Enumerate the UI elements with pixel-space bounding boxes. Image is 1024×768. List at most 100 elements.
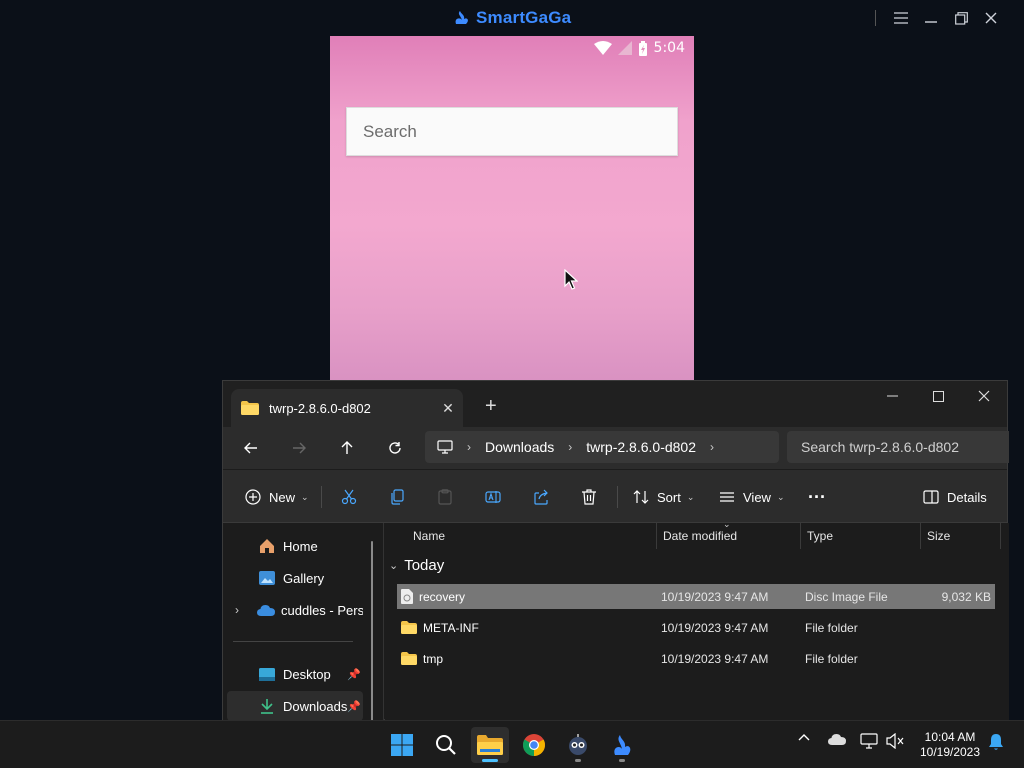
new-tab-button[interactable]: + bbox=[485, 395, 497, 418]
toolbar-divider bbox=[617, 486, 618, 508]
breadcrumb[interactable]: › Downloads › twrp-2.8.6.0-d802 › bbox=[425, 431, 779, 463]
minimize-icon[interactable] bbox=[916, 8, 946, 28]
table-row[interactable]: recovery 10/19/2023 9:47 AM Disc Image F… bbox=[397, 584, 995, 609]
pin-icon[interactable]: 📌 bbox=[347, 668, 361, 681]
restore-icon[interactable] bbox=[946, 8, 976, 28]
onedrive-tray-icon[interactable] bbox=[828, 733, 846, 745]
new-button[interactable]: New ⌄ bbox=[243, 484, 309, 510]
chevron-down-icon: ⌄ bbox=[301, 491, 309, 502]
chevron-right-icon[interactable]: › bbox=[467, 440, 471, 454]
explorer-close-icon[interactable] bbox=[961, 381, 1007, 411]
group-header-today[interactable]: ⌄ Today bbox=[389, 557, 444, 574]
disc-image-icon bbox=[401, 589, 413, 604]
emulator-controls-divider bbox=[875, 10, 876, 26]
paste-button[interactable] bbox=[435, 484, 455, 510]
up-arrow-icon[interactable] bbox=[331, 435, 363, 461]
cellular-signal-icon bbox=[617, 41, 632, 55]
sidebar-item-label: Downloads bbox=[283, 698, 348, 714]
cut-button[interactable] bbox=[339, 484, 359, 510]
pane-divider[interactable] bbox=[383, 523, 384, 721]
file-size: 9,032 KB bbox=[941, 589, 991, 604]
details-pane-icon bbox=[921, 487, 941, 507]
tab-close-icon[interactable]: ✕ bbox=[433, 400, 463, 417]
column-header-name[interactable]: Name bbox=[407, 523, 657, 549]
smartgaga-icon[interactable] bbox=[603, 727, 641, 763]
column-header-size[interactable]: Size bbox=[921, 523, 1001, 549]
sidebar-item-home[interactable]: Home bbox=[227, 531, 363, 561]
explorer-maximize-icon[interactable] bbox=[915, 381, 961, 411]
taskbar-clock[interactable]: 10:04 AM 10/19/2023 bbox=[914, 730, 986, 760]
sidebar-item-downloads[interactable]: Downloads 📌 bbox=[227, 691, 363, 721]
show-hidden-icons-icon[interactable] bbox=[798, 733, 810, 741]
group-label: Today bbox=[404, 557, 445, 574]
file-type: File folder bbox=[805, 651, 858, 666]
explorer-title-bar: twrp-2.8.6.0-d802 ✕ + bbox=[223, 381, 1007, 427]
sort-icon bbox=[631, 487, 651, 507]
volume-muted-icon[interactable] bbox=[886, 733, 904, 749]
emulator-brand: SmartGaGa bbox=[452, 8, 571, 28]
breadcrumb-downloads[interactable]: Downloads bbox=[485, 439, 554, 455]
phone-search-box[interactable] bbox=[346, 107, 678, 156]
chevron-right-icon[interactable]: › bbox=[710, 440, 714, 454]
phone-screen[interactable]: 5:04 bbox=[330, 36, 694, 381]
home-icon bbox=[257, 536, 277, 556]
chevron-right-icon[interactable]: › bbox=[568, 440, 572, 454]
sidebar-scrollbar[interactable] bbox=[371, 541, 373, 721]
delete-button[interactable] bbox=[579, 484, 599, 510]
close-icon[interactable] bbox=[976, 8, 1006, 28]
file-type: File folder bbox=[805, 620, 858, 635]
menu-icon[interactable] bbox=[886, 8, 916, 28]
windows-start-icon[interactable] bbox=[383, 727, 421, 763]
tab-twrp-folder[interactable]: twrp-2.8.6.0-d802 ✕ bbox=[231, 389, 463, 427]
phone-clock: 5:04 bbox=[653, 40, 685, 56]
explorer-search-input[interactable] bbox=[801, 439, 1009, 455]
view-list-icon bbox=[717, 487, 737, 507]
sidebar-item-label: Desktop bbox=[283, 666, 331, 682]
chevron-down-icon: ⌄ bbox=[776, 491, 785, 502]
breadcrumb-twrp-folder[interactable]: twrp-2.8.6.0-d802 bbox=[586, 439, 696, 455]
table-row[interactable]: tmp 10/19/2023 9:47 AM File folder bbox=[397, 646, 995, 671]
file-type: Disc Image File bbox=[805, 589, 888, 604]
file-explorer-icon[interactable] bbox=[471, 727, 509, 763]
clipboard-icon bbox=[435, 487, 455, 507]
rename-button[interactable] bbox=[483, 484, 503, 510]
file-date: 10/19/2023 9:47 AM bbox=[661, 651, 769, 666]
pin-icon[interactable]: 📌 bbox=[347, 700, 361, 713]
command-bar: New ⌄ Sort ⌄ View ⌄ ··· Details bbox=[223, 469, 1007, 523]
file-list: Name Date modified Type Size ⌄ ⌄ Today r… bbox=[385, 519, 1009, 721]
toolbar-divider bbox=[321, 486, 322, 508]
forward-arrow-icon[interactable] bbox=[283, 435, 315, 461]
sidebar-item-onedrive[interactable]: › cuddles - Persor bbox=[227, 595, 363, 625]
this-pc-icon[interactable] bbox=[437, 440, 453, 454]
chevron-down-icon: ⌄ bbox=[686, 491, 695, 502]
explorer-search-box[interactable] bbox=[787, 431, 1009, 463]
search-icon[interactable] bbox=[427, 727, 465, 763]
column-header-type[interactable]: Type bbox=[801, 523, 921, 549]
network-icon[interactable] bbox=[860, 733, 878, 749]
chevron-right-icon[interactable]: › bbox=[235, 603, 239, 617]
chrome-icon[interactable] bbox=[515, 727, 553, 763]
sidebar-item-gallery[interactable]: Gallery bbox=[227, 563, 363, 593]
share-button[interactable] bbox=[531, 484, 551, 510]
table-row[interactable]: META-INF 10/19/2023 9:47 AM File folder bbox=[397, 615, 995, 640]
taskbar: 10:04 AM 10/19/2023 bbox=[0, 720, 1024, 768]
view-button[interactable]: View ⌄ bbox=[717, 484, 785, 510]
notification-bell-icon[interactable] bbox=[988, 733, 1004, 751]
refresh-icon[interactable] bbox=[379, 435, 411, 461]
explorer-address-bar: › Downloads › twrp-2.8.6.0-d802 › bbox=[223, 427, 1009, 469]
details-button[interactable]: Details bbox=[921, 484, 987, 510]
sidebar-item-desktop[interactable]: Desktop 📌 bbox=[227, 659, 363, 689]
file-explorer-window: twrp-2.8.6.0-d802 ✕ + › Downloads › twrp… bbox=[222, 380, 1009, 721]
robot-app-icon[interactable] bbox=[559, 727, 597, 763]
share-icon bbox=[531, 487, 551, 507]
copy-button[interactable] bbox=[387, 484, 407, 510]
explorer-minimize-icon[interactable] bbox=[869, 381, 915, 411]
back-arrow-icon[interactable] bbox=[235, 435, 267, 461]
more-options-button[interactable]: ··· bbox=[807, 484, 827, 510]
sort-button[interactable]: Sort ⌄ bbox=[631, 484, 694, 510]
chevron-down-icon[interactable]: ⌄ bbox=[389, 559, 398, 572]
smartgaga-logo-icon bbox=[455, 11, 468, 24]
phone-search-input[interactable] bbox=[363, 121, 677, 142]
file-name: META-INF bbox=[423, 620, 479, 635]
details-label: Details bbox=[947, 489, 987, 505]
